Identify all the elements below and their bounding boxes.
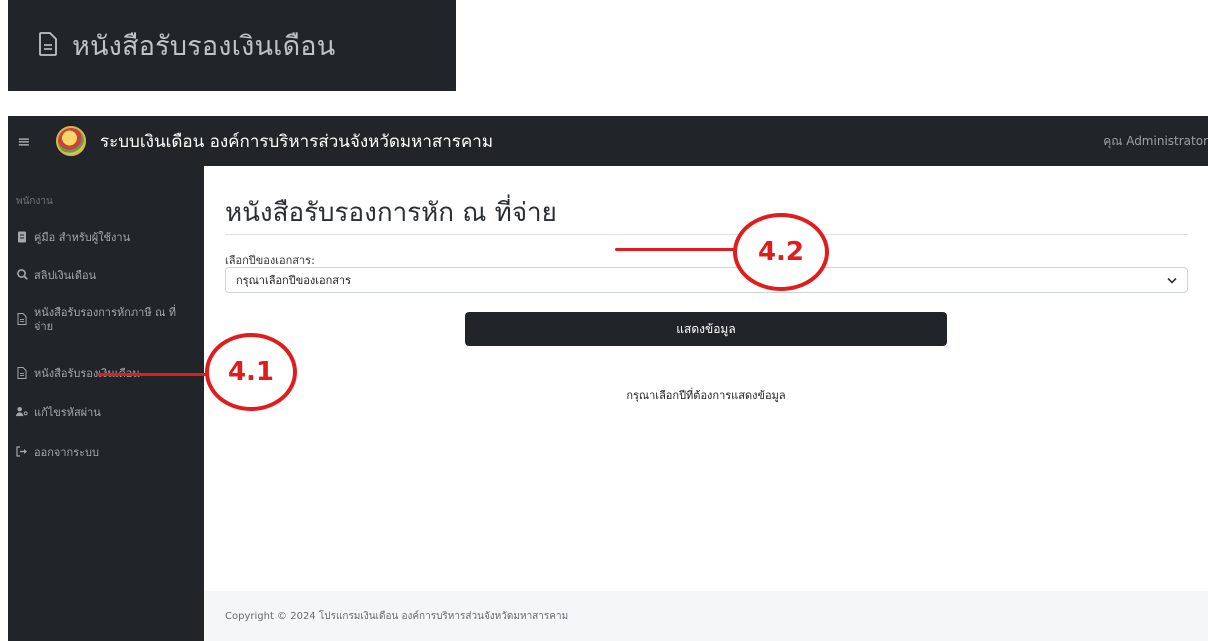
menu-icon[interactable]: ≡: [14, 131, 34, 151]
user-key-icon: [16, 406, 28, 417]
manual-icon: [16, 231, 28, 243]
copyright-text: Copyright © 2024 โปรแกรมเงินเดือน องค์กา…: [225, 610, 569, 622]
hint-text: กรุณาเลือกปีที่ต้องการแสดงข้อมูล: [626, 389, 786, 402]
document-icon: [38, 31, 58, 60]
sidebar-item-label: สลิปเงินเดือน: [34, 269, 97, 282]
sidebar: พนักงาน คู่มือ สำหรับผู้ใช้งาน สลิปเงินเ…: [8, 166, 204, 641]
sidebar-item-logout[interactable]: ออกจากระบบ: [16, 446, 99, 460]
page-title: หนังสือรับรองการหัก ณ ที่จ่าย: [225, 198, 557, 228]
sidebar-item-label: คู่มือ สำหรับผู้ใช้งาน: [34, 231, 131, 244]
sidebar-item-label: ออกจากระบบ: [34, 446, 99, 459]
annotation-line-4-2: [615, 248, 740, 251]
logout-icon: [16, 446, 28, 457]
document-icon: [16, 367, 28, 379]
search-icon: [16, 269, 28, 280]
show-data-button[interactable]: แสดงข้อมูล: [465, 312, 947, 346]
inset-title: หนังสือรับรองเงินเดือน: [72, 31, 336, 62]
organization-logo: [56, 126, 86, 156]
annotation-4-1: 4.1: [205, 333, 297, 411]
document-icon: [16, 313, 28, 325]
annotation-line-4-1: [97, 373, 215, 376]
year-select[interactable]: กรุณาเลือกปีของเอกสาร: [225, 267, 1188, 293]
sidebar-item-payslip[interactable]: สลิปเงินเดือน: [16, 269, 96, 283]
sidebar-heading: พนักงาน: [16, 196, 53, 207]
inset-banner: หนังสือรับรองเงินเดือน: [8, 0, 456, 91]
year-select-value: กรุณาเลือกปีของเอกสาร: [236, 274, 352, 287]
sidebar-item-manual[interactable]: คู่มือ สำหรับผู้ใช้งาน: [16, 231, 130, 245]
app-window: ≡ ระบบเงินเดือน องค์การบริหารส่วนจังหวัด…: [8, 116, 1208, 641]
annotation-4-2: 4.2: [733, 213, 829, 291]
sidebar-item-tax-certificate[interactable]: หนังสือรับรองการหักภาษี ณ ที่จ่าย: [16, 306, 194, 334]
top-navbar: ≡ ระบบเงินเดือน องค์การบริหารส่วนจังหวัด…: [8, 116, 1208, 166]
main-content: หนังสือรับรองการหัก ณ ที่จ่าย เลือกปีของ…: [204, 166, 1208, 591]
sidebar-item-label: หนังสือรับรองการหักภาษี ณ ที่จ่าย: [34, 306, 177, 333]
sidebar-item-label: แก้ไขรหัสผ่าน: [34, 406, 101, 419]
brand-title[interactable]: ระบบเงินเดือน องค์การบริหารส่วนจังหวัดมห…: [100, 128, 493, 155]
footer: Copyright © 2024 โปรแกรมเงินเดือน องค์กา…: [204, 591, 1208, 641]
chevron-down-icon: [1167, 274, 1177, 287]
divider: [225, 234, 1188, 235]
sidebar-item-change-password[interactable]: แก้ไขรหัสผ่าน: [16, 406, 101, 420]
user-name[interactable]: คุณ Administrator: [1103, 132, 1208, 151]
